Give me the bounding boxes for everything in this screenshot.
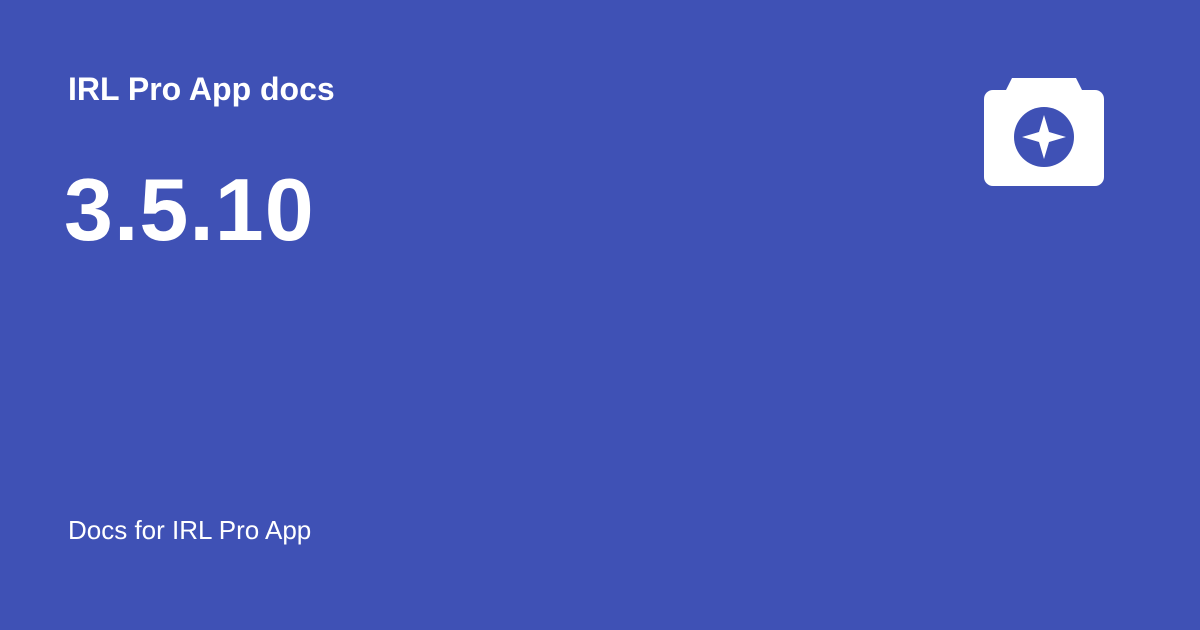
page-title: 3.5.10 bbox=[64, 160, 315, 259]
site-name: IRL Pro App docs bbox=[68, 71, 335, 107]
camera-compass-icon bbox=[984, 76, 1104, 186]
social-card: IRL Pro App docs 3.5.10 Docs for IRL Pro… bbox=[0, 0, 1200, 630]
page-description: Docs for IRL Pro App bbox=[68, 515, 312, 545]
